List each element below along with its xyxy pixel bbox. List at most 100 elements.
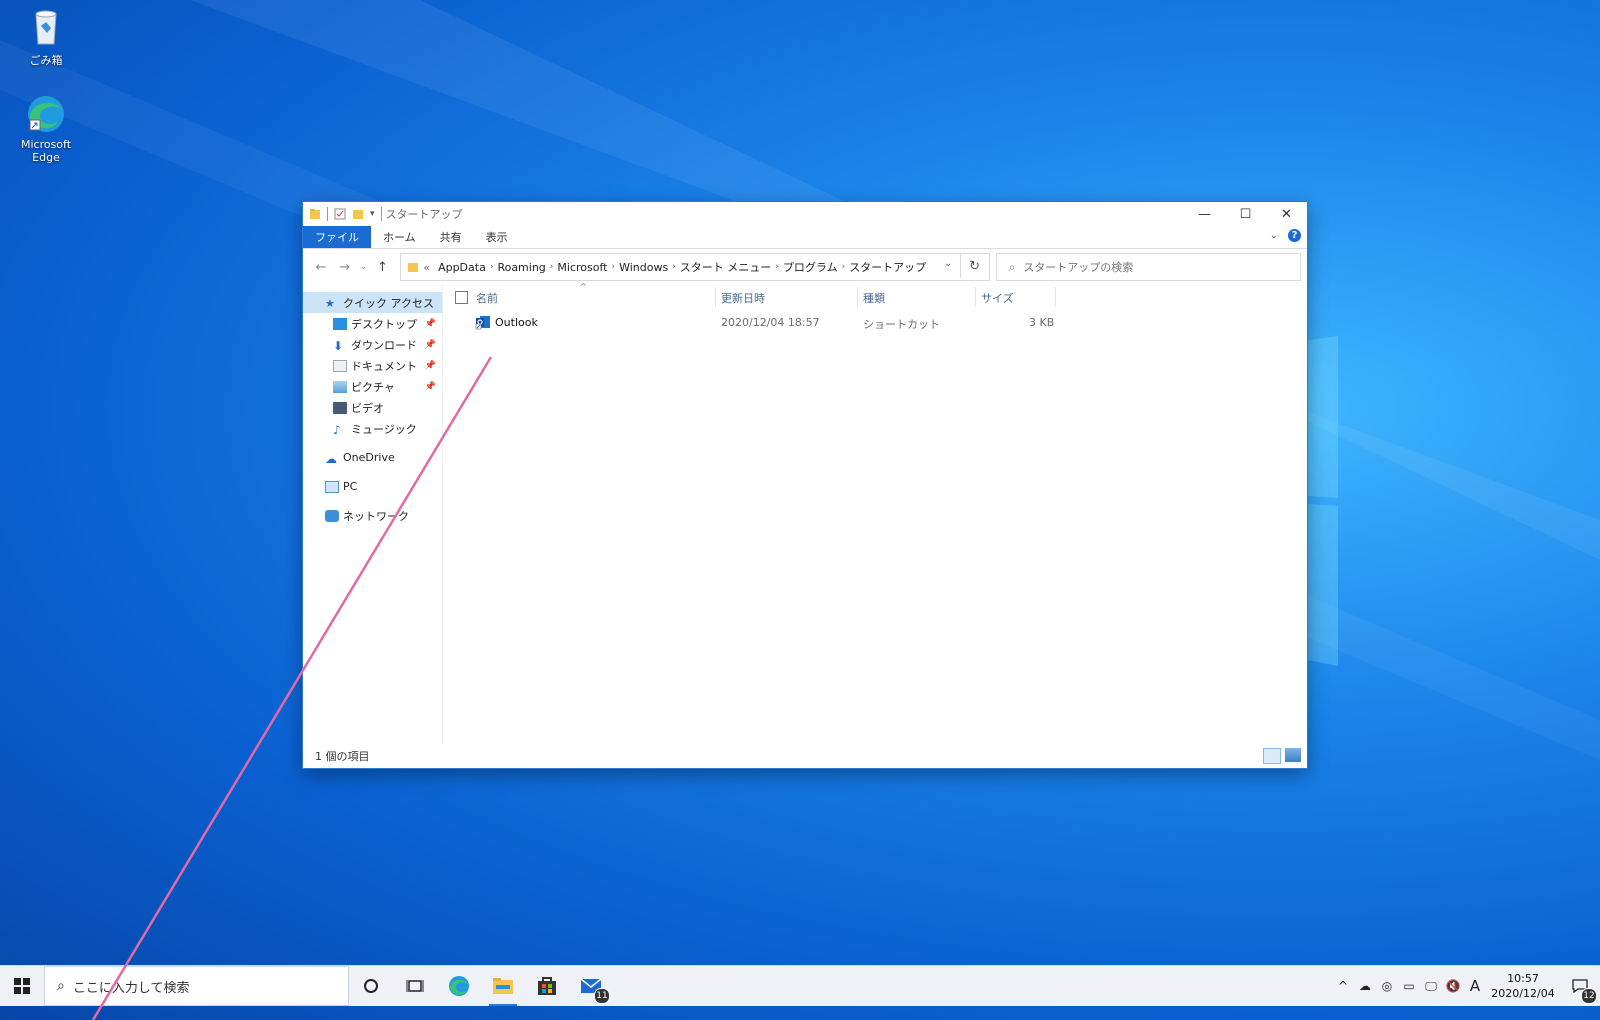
forward-button[interactable]: → <box>333 260 357 275</box>
nav-label: ピクチャ <box>351 380 395 394</box>
chevron-right-icon[interactable]: › <box>775 262 779 272</box>
clock-date: 2020/12/04 <box>1491 987 1555 1000</box>
document-icon <box>333 359 347 372</box>
file-row[interactable]: Outlook 2020/12/04 18:57 ショートカット 3 KB <box>443 310 1307 334</box>
recent-locations-icon[interactable]: ⌄ <box>357 262 371 272</box>
large-icons-view-icon[interactable] <box>1285 748 1301 762</box>
nav-downloads[interactable]: ⬇ ダウンロード 📌 <box>303 334 442 355</box>
pin-icon[interactable]: 📌 <box>425 382 436 392</box>
nav-pictures[interactable]: ピクチャ 📌 <box>303 376 442 397</box>
pin-icon[interactable]: 📌 <box>425 319 436 329</box>
customize-toolbar-icon[interactable]: ▾ <box>370 209 375 219</box>
tab-file[interactable]: ファイル <box>303 226 371 248</box>
nav-label: クイック アクセス <box>343 296 434 310</box>
clock[interactable]: 10:57 2020/12/04 <box>1486 971 1560 1001</box>
onedrive-tray-icon[interactable]: ☁ <box>1354 979 1376 993</box>
start-button[interactable] <box>0 966 44 1006</box>
nav-documents[interactable]: ドキュメント 📌 <box>303 355 442 376</box>
breadcrumb-startup[interactable]: スタートアップ <box>849 259 926 275</box>
pin-icon[interactable]: 📌 <box>425 340 436 350</box>
taskbar-edge[interactable] <box>437 966 481 1006</box>
nav-desktop[interactable]: デスクトップ 📌 <box>303 313 442 334</box>
chevron-right-icon[interactable]: › <box>672 262 676 272</box>
battery-icon[interactable]: ▭ <box>1398 979 1420 993</box>
chevron-right-icon[interactable]: › <box>550 262 554 272</box>
help-icon[interactable]: ? <box>1288 229 1301 242</box>
nav-music[interactable]: ♪ ミュージック <box>303 418 442 439</box>
taskbar: ⌕ ここに入力して検索 11 ^ ☁ ◎ ▭ 🖵 🔇 A 10:57 2020/… <box>0 965 1600 1006</box>
notification-badge: 12 <box>1581 988 1597 1004</box>
chevron-down-icon[interactable]: ⌄ <box>944 258 952 269</box>
breadcrumb-windows[interactable]: Windows <box>619 261 668 274</box>
tab-home[interactable]: ホーム <box>371 226 428 248</box>
folder-icon <box>408 263 419 272</box>
title-bar[interactable]: ▾ スタートアップ — ☐ ✕ <box>303 202 1307 226</box>
cortana-button[interactable] <box>349 966 393 1006</box>
pin-icon[interactable]: 📌 <box>425 361 436 371</box>
task-view-button[interactable] <box>393 966 437 1006</box>
breadcrumb-programs[interactable]: プログラム <box>783 259 838 275</box>
nav-onedrive[interactable]: ☁ OneDrive <box>303 447 442 468</box>
column-modified[interactable]: 更新日時 <box>721 290 765 306</box>
window-title: スタートアップ <box>385 208 463 221</box>
nav-quick-access[interactable]: ★ クイック アクセス <box>303 292 442 313</box>
close-button[interactable]: ✕ <box>1266 202 1307 226</box>
details-view-icon[interactable] <box>1263 748 1281 764</box>
show-hidden-icons-icon[interactable]: ^ <box>1332 979 1354 993</box>
chevron-right-icon[interactable]: › <box>490 262 494 272</box>
edge-icon <box>449 976 469 996</box>
recycle-bin-icon <box>35 10 57 45</box>
up-button[interactable]: ↑ <box>371 260 395 275</box>
ribbon-tabs: ファイル ホーム 共有 表示 ⌄ ? <box>303 226 1307 249</box>
nav-label: ビデオ <box>351 401 384 415</box>
back-button[interactable]: ← <box>309 260 333 275</box>
network-icon[interactable]: 🖵 <box>1420 979 1442 994</box>
search-icon: ⌕ <box>57 978 65 994</box>
recycle-bin-desktop-icon[interactable]: ごみ箱 <box>6 6 86 68</box>
column-headers: ^ 名前 更新日時 種類 サイズ <box>443 282 1307 310</box>
column-size[interactable]: サイズ <box>981 290 1014 306</box>
tab-share[interactable]: 共有 <box>428 226 474 248</box>
nav-pc[interactable]: PC <box>303 476 442 497</box>
properties-icon[interactable] <box>334 208 346 220</box>
search-box[interactable]: ⌕ スタートアップの検索 <box>995 253 1302 281</box>
column-name[interactable]: 名前 <box>476 290 498 306</box>
breadcrumb-start-menu[interactable]: スタート メニュー <box>680 259 772 275</box>
column-type[interactable]: 種類 <box>863 290 885 306</box>
action-center-button[interactable]: 12 <box>1560 966 1600 1006</box>
file-explorer-window: ▾ スタートアップ — ☐ ✕ ファイル ホーム 共有 表示 ⌄ ? ← → ⌄… <box>302 201 1308 769</box>
file-list: ^ 名前 更新日時 種類 サイズ Outlook 2020/12/04 18:5… <box>443 282 1307 744</box>
taskbar-file-explorer[interactable] <box>481 966 525 1006</box>
meet-now-icon[interactable]: ◎ <box>1376 979 1398 993</box>
pin-star-icon: ★ <box>325 296 335 310</box>
edge-desktop-icon[interactable]: Microsoft Edge <box>6 92 86 164</box>
breadcrumb-appdata[interactable]: AppData <box>438 261 486 274</box>
chevron-right-icon[interactable]: › <box>611 262 615 272</box>
nav-label: ダウンロード <box>351 338 417 352</box>
new-folder-icon[interactable] <box>352 208 364 220</box>
breadcrumb-microsoft[interactable]: Microsoft <box>557 261 607 274</box>
expand-ribbon-icon[interactable]: ⌄ <box>1270 230 1278 241</box>
address-bar[interactable]: « AppData › Roaming › Microsoft › Windows › … <box>400 253 990 281</box>
network-icon <box>325 509 339 522</box>
minimize-button[interactable]: — <box>1184 202 1225 226</box>
breadcrumb-roaming[interactable]: Roaming <box>497 261 545 274</box>
nav-network[interactable]: ネットワーク <box>303 505 442 526</box>
cortana-circle-icon <box>364 979 378 993</box>
file-name: Outlook <box>495 316 538 329</box>
taskbar-store[interactable] <box>525 966 569 1006</box>
select-all-checkbox[interactable] <box>455 290 468 304</box>
refresh-button[interactable]: ↻ <box>959 254 989 278</box>
taskbar-search-box[interactable]: ⌕ ここに入力して検索 <box>44 966 349 1006</box>
tab-view[interactable]: 表示 <box>474 226 520 248</box>
chevron-right-icon[interactable]: › <box>842 262 846 272</box>
maximize-button[interactable]: ☐ <box>1225 202 1266 226</box>
ime-indicator[interactable]: A <box>1464 977 1486 995</box>
breadcrumb-overflow[interactable]: « <box>423 261 430 274</box>
nav-videos[interactable]: ビデオ <box>303 397 442 418</box>
speaker-muted-icon[interactable]: 🔇 <box>1442 979 1464 993</box>
clock-time: 10:57 <box>1507 972 1539 985</box>
taskbar-mail[interactable]: 11 <box>569 966 613 1006</box>
nav-label: ミュージック <box>351 422 417 436</box>
pictures-icon <box>333 380 347 393</box>
